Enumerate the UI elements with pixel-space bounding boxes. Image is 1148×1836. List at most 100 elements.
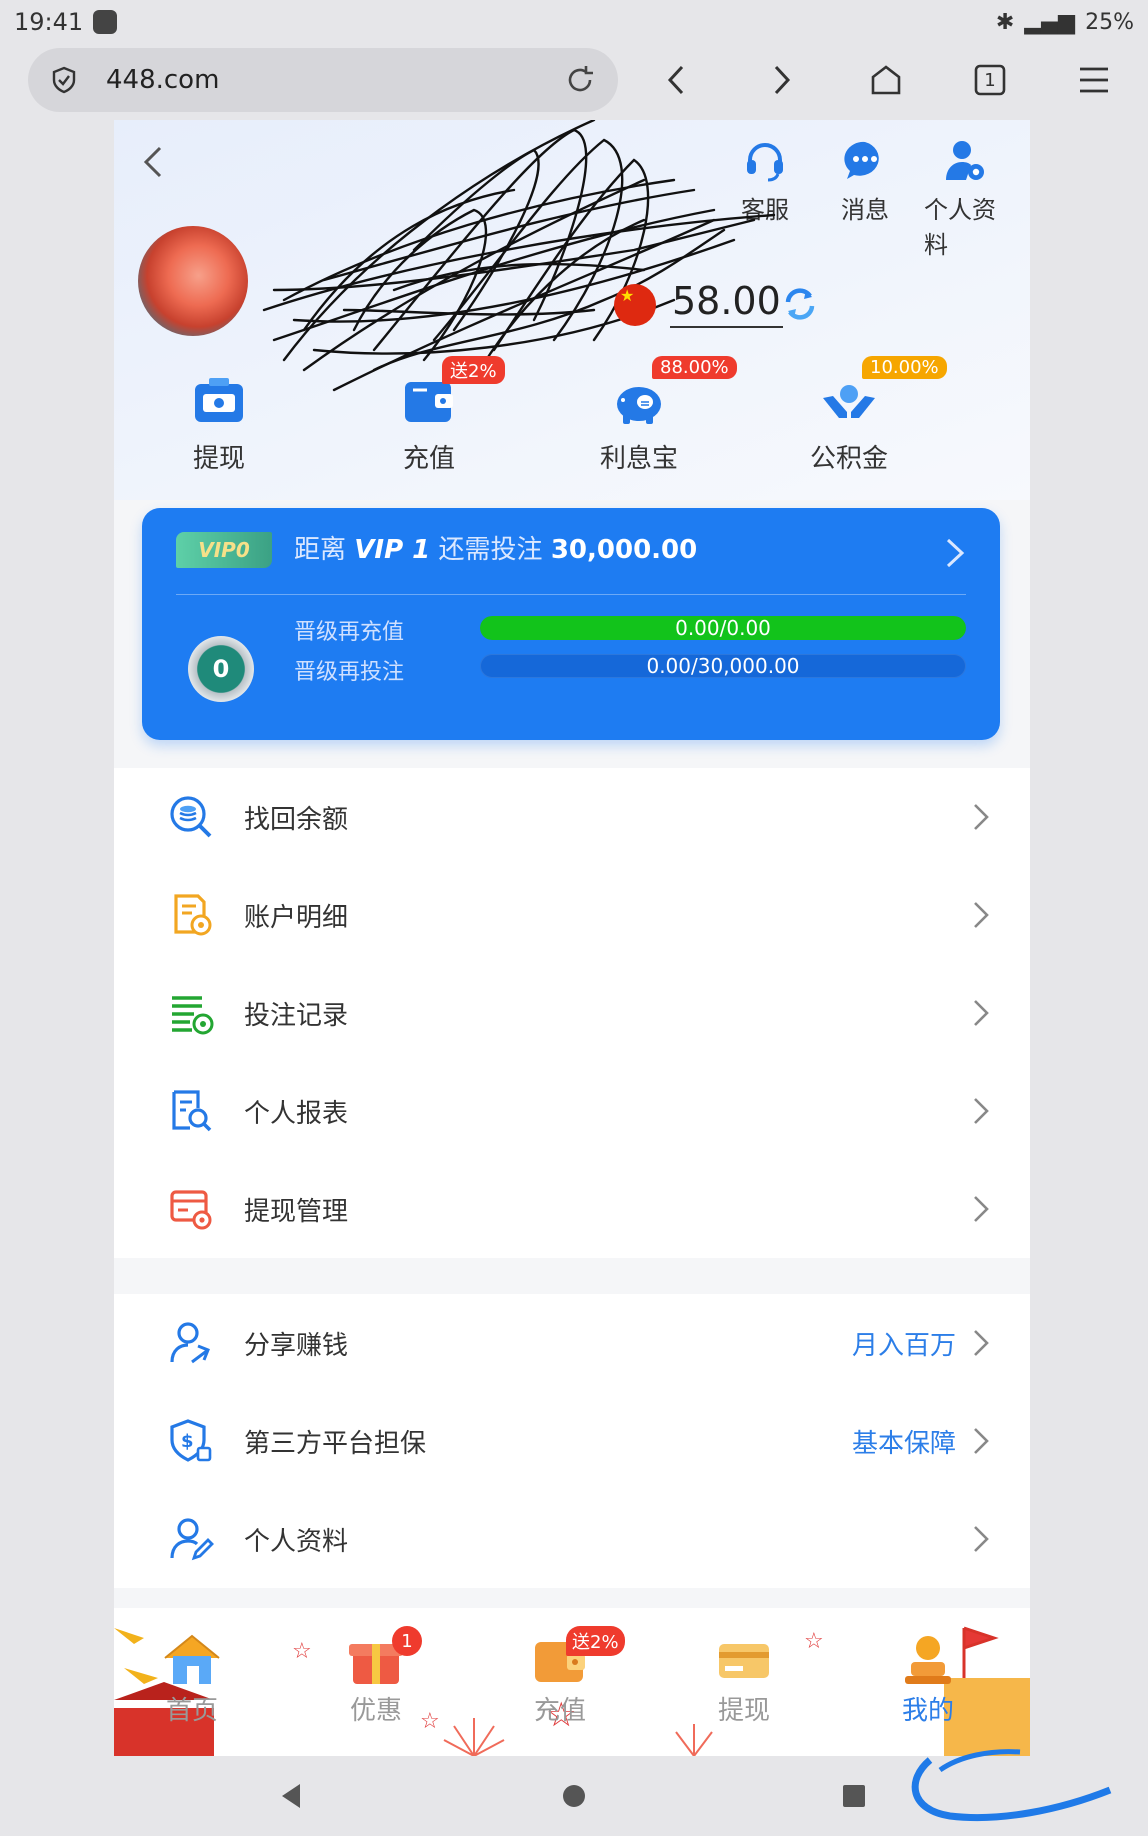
signal-icon: ▂▄▆ bbox=[1024, 9, 1076, 35]
bottom-tab-bar: ☆ ☆ ☆ ☆ 首页 1 优惠 送2% 充值 提现 我的 bbox=[114, 1608, 1030, 1756]
shield-icon bbox=[52, 66, 76, 94]
chevron-right-icon bbox=[974, 902, 989, 928]
browser-home-button[interactable] bbox=[866, 60, 906, 100]
vip-level-tag: VIP0 bbox=[176, 532, 272, 568]
list-record-icon bbox=[172, 996, 214, 1035]
recharge-progress-value: 0.00/0.00 bbox=[675, 616, 771, 640]
menu-item-platform-guarantee[interactable]: $ 第三方平台担保 基本保障 bbox=[114, 1392, 1030, 1490]
bet-progress-label: 晋级再投注 bbox=[294, 660, 405, 685]
coin-search-icon bbox=[170, 796, 212, 838]
tab-count: 1 bbox=[984, 69, 996, 91]
menu-label: 账户明细 bbox=[244, 902, 349, 933]
deposit-action[interactable]: 送2% 充值 bbox=[324, 356, 534, 475]
tab-mine[interactable]: 我的 bbox=[858, 1608, 998, 1756]
bet-progress-bar: 0.00/30,000.00 bbox=[480, 654, 966, 678]
system-back-icon[interactable] bbox=[274, 1778, 310, 1814]
balance-amount: 58.00 bbox=[670, 276, 783, 328]
tab-deposit[interactable]: 送2% 充值 bbox=[490, 1608, 630, 1756]
recharge-progress-label: 晋级再充值 bbox=[294, 620, 405, 645]
back-arrow-icon[interactable] bbox=[138, 142, 168, 182]
browser-back-button[interactable] bbox=[656, 60, 696, 100]
vip-progress-card[interactable]: VIP0 距离 VIP 1 还需投注 30,000.00 0 晋级再充值 0.0… bbox=[142, 508, 1000, 740]
menu-label: 投注记录 bbox=[244, 1000, 349, 1031]
user-stamp-icon bbox=[905, 1636, 951, 1684]
menu-item-recover-balance[interactable]: 找回余额 bbox=[114, 768, 1030, 866]
user-share-icon bbox=[170, 1322, 210, 1364]
chevron-right-icon bbox=[974, 1526, 989, 1552]
messages-button[interactable]: 消息 bbox=[824, 138, 906, 260]
interest-badge: 88.00% bbox=[652, 356, 737, 379]
interest-label: 利息宝 bbox=[599, 444, 678, 474]
chevron-left-icon bbox=[667, 65, 684, 95]
status-time: 19:41 bbox=[14, 8, 84, 36]
menu-item-personal-report[interactable]: 个人报表 bbox=[114, 1062, 1030, 1160]
user-edit-icon bbox=[170, 1518, 214, 1561]
chat-bubble-icon bbox=[844, 141, 879, 179]
tab-home[interactable]: 首页 bbox=[122, 1608, 262, 1756]
vip-medal-level: 0 bbox=[212, 655, 230, 683]
menu-extra-text: 月入百万 bbox=[851, 1330, 956, 1361]
tab-label: 首页 bbox=[165, 1696, 218, 1726]
battery-level: 25% bbox=[1085, 9, 1134, 35]
reload-icon[interactable] bbox=[564, 64, 596, 96]
browser-tabs-button[interactable]: 1 bbox=[970, 60, 1010, 100]
avatar[interactable] bbox=[138, 226, 248, 336]
home-outline-icon bbox=[871, 65, 901, 95]
notification-icon bbox=[93, 10, 118, 34]
quick-actions: 提现 送2% 充值 88.00% 利息宝 10.00% 公积金 bbox=[114, 356, 1030, 475]
vip-title-mid: 还需投注 bbox=[438, 535, 543, 565]
chevron-right-icon bbox=[946, 538, 965, 568]
menu-item-withdraw-management[interactable]: 提现管理 bbox=[114, 1160, 1030, 1258]
tab-label: 优惠 bbox=[349, 1696, 402, 1726]
fund-badge: 10.00% bbox=[862, 356, 947, 379]
deposit-label: 充值 bbox=[402, 444, 455, 474]
system-recents-icon[interactable] bbox=[836, 1778, 872, 1814]
vip-medal-icon: 0 bbox=[188, 636, 254, 702]
refresh-balance-icon[interactable] bbox=[780, 284, 820, 324]
user-settings-icon bbox=[946, 141, 984, 180]
tab-label: 充值 bbox=[533, 1696, 586, 1726]
address-bar[interactable]: 448.com bbox=[28, 48, 618, 112]
tab-label: 我的 bbox=[901, 1696, 954, 1726]
chevron-right-icon bbox=[774, 65, 791, 95]
headset-icon bbox=[747, 143, 783, 182]
svg-text:$: $ bbox=[181, 1431, 194, 1452]
menu-item-personal-info[interactable]: 个人资料 bbox=[114, 1490, 1030, 1588]
withdraw-action[interactable]: 提现 bbox=[114, 360, 324, 475]
profile-header: 客服 消息 个人资料 ★ 58.00 提现 送2% 充值 88.00% 利息宝 … bbox=[114, 120, 1030, 500]
browser-menu-button[interactable] bbox=[1074, 60, 1114, 100]
watermark-logo bbox=[911, 1749, 1112, 1822]
vip-required-amount: 30,000.00 bbox=[550, 535, 698, 565]
system-home-icon[interactable] bbox=[556, 1778, 592, 1814]
tab-withdraw[interactable]: 提现 bbox=[674, 1608, 814, 1756]
vip-title-prefix: 距离 bbox=[294, 535, 347, 565]
tab-badge: 1 bbox=[392, 1626, 422, 1656]
menu-extra-text: 基本保障 bbox=[851, 1428, 956, 1459]
menu-label: 个人报表 bbox=[244, 1098, 349, 1129]
url-text: 448.com bbox=[106, 65, 220, 95]
menu-item-bet-records[interactable]: 投注记录 bbox=[114, 964, 1030, 1062]
interest-action[interactable]: 88.00% 利息宝 bbox=[534, 356, 744, 475]
menu-label: 提现管理 bbox=[244, 1196, 349, 1227]
customer-service-button[interactable]: 客服 bbox=[724, 138, 806, 260]
menu-label: 分享赚钱 bbox=[244, 1330, 349, 1361]
menu-label: 个人资料 bbox=[244, 1526, 349, 1557]
bluetooth-icon: ✱ bbox=[995, 9, 1015, 35]
divider bbox=[176, 594, 966, 595]
report-search-icon bbox=[172, 1090, 212, 1132]
chevron-right-icon bbox=[974, 1000, 989, 1026]
messages-label: 消息 bbox=[841, 196, 889, 224]
status-bar: 19:41 ✱ ▂▄▆ 25% bbox=[0, 0, 1148, 44]
chevron-right-icon bbox=[974, 804, 989, 830]
menu-item-account-details[interactable]: 账户明细 bbox=[114, 866, 1030, 964]
profile-button[interactable]: 个人资料 bbox=[924, 138, 1006, 260]
menu-label: 找回余额 bbox=[244, 804, 349, 835]
withdraw-label: 提现 bbox=[192, 444, 245, 474]
wallet-withdraw-icon bbox=[195, 378, 243, 422]
fund-action[interactable]: 10.00% 公积金 bbox=[744, 356, 954, 475]
recharge-progress-bar: 0.00/0.00 bbox=[480, 616, 966, 640]
browser-forward-button[interactable] bbox=[762, 60, 802, 100]
tab-promotions[interactable]: 1 优惠 bbox=[306, 1608, 446, 1756]
menu-item-share-earn[interactable]: 分享赚钱 月入百万 bbox=[114, 1294, 1030, 1392]
piggy-bank-icon bbox=[617, 387, 661, 424]
